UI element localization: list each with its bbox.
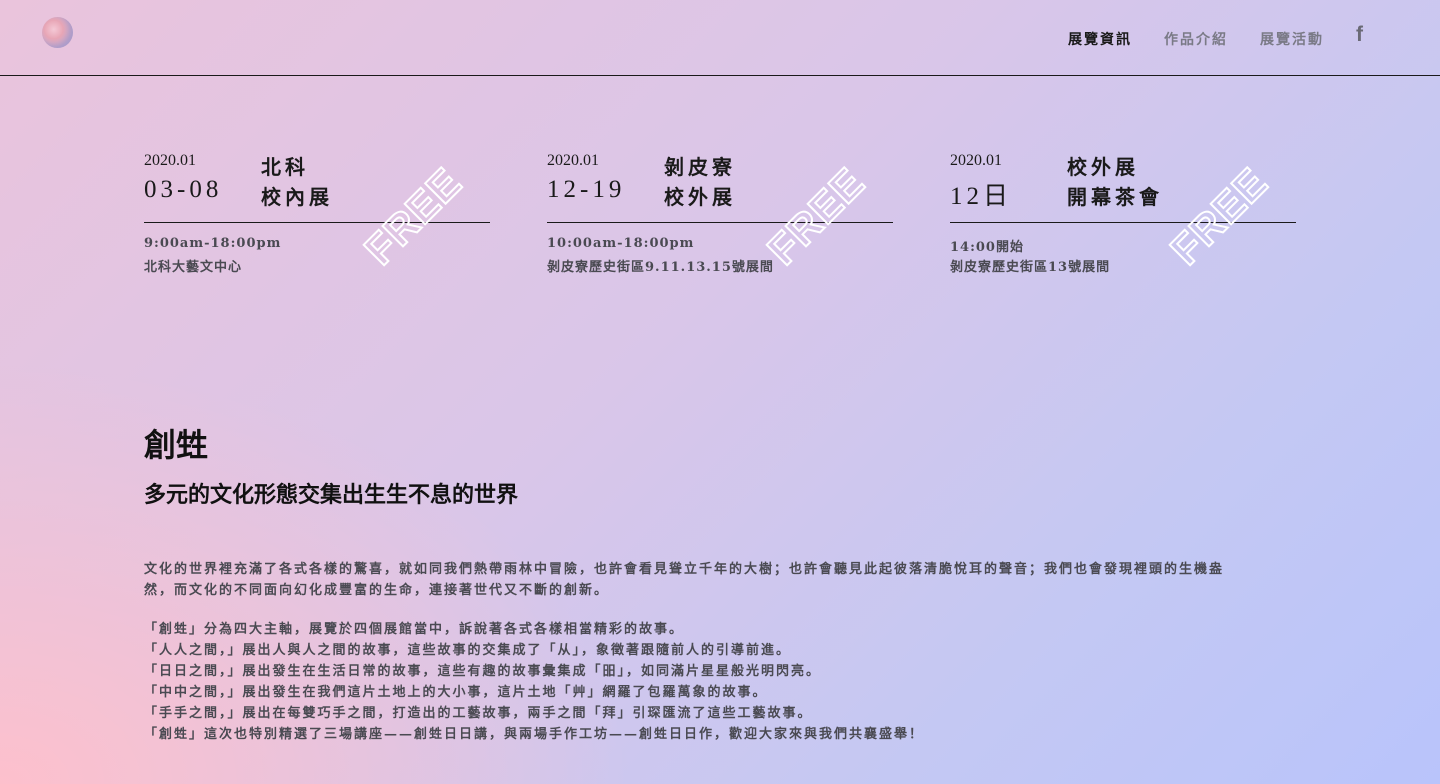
event-title: 校外展 <box>1067 155 1139 179</box>
intro-paragraph: 文化的世界裡充滿了各式各樣的驚喜，就如同我們熱帶雨林中冒險，也許會看見聳立千年的… <box>144 559 1296 601</box>
section-subtitle: 多元的文化形態交集出生生不息的世界 <box>144 482 519 508</box>
event-card: 2020.01 12日 校外展 開幕茶會 14:00開始 剝皮寮歷史街區13號展… <box>950 150 1296 280</box>
nav-exhibition-info[interactable]: 展覽資訊 <box>1068 29 1132 49</box>
free-stamp-text: FREE <box>355 162 470 272</box>
section-title: 創甡 <box>144 426 209 464</box>
themes-paragraph: 「創甡」分為四大主軸，展覽於四個展館當中，訴說著各式各樣相當精彩的故事。 「人人… <box>144 619 1296 745</box>
event-divider <box>950 222 1296 223</box>
event-title: 北科 <box>261 155 309 179</box>
free-stamp: FREE <box>1160 162 1277 272</box>
facebook-icon[interactable]: f <box>1356 23 1363 47</box>
event-title: 剝皮寮 <box>664 155 736 179</box>
event-subtitle: 校外展 <box>664 185 736 209</box>
nav-works[interactable]: 作品介紹 <box>1164 29 1228 49</box>
paragraph-line: 「創甡」分為四大主軸，展覽於四個展館當中，訴說著各式各樣相當精彩的故事。 <box>144 622 685 637</box>
paragraph-line: 「日日之間，」展出發生在生活日常的故事，這些有趣的故事彙集成「昍」，如同滿片星星… <box>144 664 822 679</box>
paragraph-line: 「人人之間，」展出人與人之間的故事，這些故事的交集成了「从」，象徵著跟隨前人的引… <box>144 643 792 658</box>
event-divider <box>144 222 490 223</box>
event-dates: 12-19 <box>547 176 626 203</box>
paragraph-line: 然，而文化的不同面向幻化成豐富的生命，連接著世代又不斷的創新。 <box>144 583 610 598</box>
event-subtitle: 開幕茶會 <box>1067 185 1163 209</box>
event-card: 2020.01 03-08 北科 校內展 9:00am-18:00pm 北科大藝… <box>144 150 490 280</box>
event-year: 2020.01 <box>950 152 1002 169</box>
event-time: 10:00am-18:00pm <box>547 236 695 251</box>
paragraph-line: 「中中之間，」展出發生在我們這片土地上的大小事，這片土地「艸」網羅了包羅萬象的故… <box>144 685 768 700</box>
paragraph-line: 「手手之間，」展出在每雙巧手之間，打造出的工藝故事，兩手之間「拜」引琛匯流了這些… <box>144 706 813 721</box>
event-divider <box>547 222 893 223</box>
nav-activities[interactable]: 展覽活動 <box>1260 29 1324 49</box>
paragraph-line: 文化的世界裡充滿了各式各樣的驚喜，就如同我們熱帶雨林中冒險，也許會看見聳立千年的… <box>144 562 1225 577</box>
event-time: 14:00開始 <box>950 240 1024 255</box>
event-dates: 12日 <box>950 183 1013 210</box>
event-time: 9:00am-18:00pm <box>144 236 282 251</box>
site-header: 展覽資訊 作品介紹 展覽活動 f <box>0 0 1440 76</box>
logo[interactable] <box>42 17 73 48</box>
event-dates: 03-08 <box>144 176 223 203</box>
free-stamp-text: FREE <box>1161 162 1276 272</box>
event-location: 剝皮寮歷史街區9.11.13.15號展間 <box>547 260 774 275</box>
event-year: 2020.01 <box>144 152 196 169</box>
event-subtitle: 校內展 <box>261 185 333 209</box>
free-stamp: FREE <box>354 162 471 272</box>
main-nav: 展覽資訊 作品介紹 展覽活動 f <box>1068 0 1440 75</box>
event-location: 剝皮寮歷史街區13號展間 <box>950 260 1111 275</box>
event-card: 2020.01 12-19 剝皮寮 校外展 10:00am-18:00pm 剝皮… <box>547 150 893 280</box>
free-stamp-text: FREE <box>758 162 873 272</box>
paragraph-line: 「創甡」這次也特別精選了三場講座——創甡日日講，與兩場手作工坊——創甡日日作，歡… <box>144 727 925 742</box>
event-location: 北科大藝文中心 <box>144 260 243 275</box>
event-year: 2020.01 <box>547 152 599 169</box>
